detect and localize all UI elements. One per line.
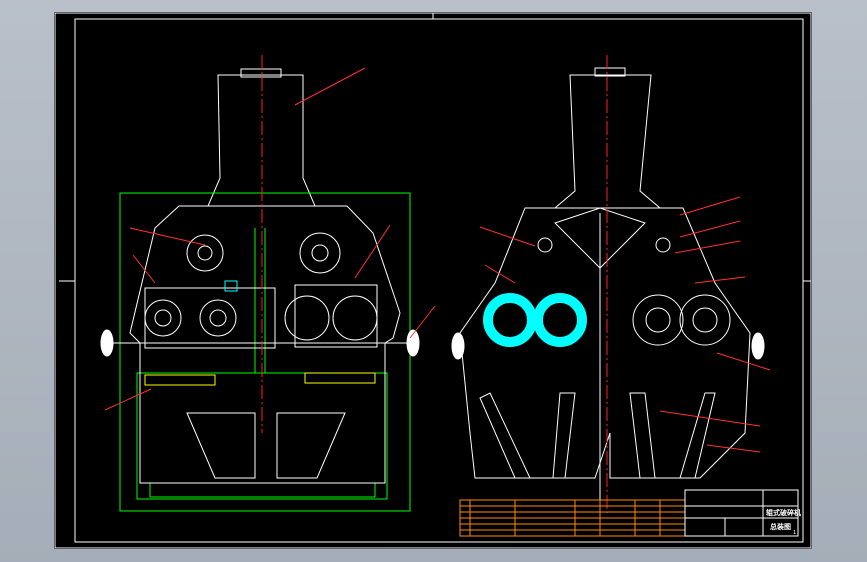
small-wheel-1 (537, 237, 553, 253)
discharge-chute-left (186, 412, 256, 479)
roll-right-section (332, 295, 378, 341)
gear-lower-left (144, 299, 182, 337)
inner-border (74, 18, 804, 543)
discharge-chute-right (276, 412, 346, 479)
cyan-marker (224, 280, 238, 292)
lower-chute-4 (679, 392, 716, 479)
gear-lower-left-hub (154, 309, 172, 327)
title-block (459, 489, 799, 537)
bolt-group-yellow (304, 372, 376, 384)
lower-chute-2 (552, 392, 576, 479)
leader-3 (132, 254, 156, 284)
title-block-sheet: 1 (793, 530, 796, 536)
leader-2 (129, 227, 206, 246)
roll-right-2 (679, 294, 731, 346)
roll-cyan-left (483, 293, 537, 347)
leader-15 (484, 264, 516, 284)
title-block-machine-name: 辊式破碎机 (766, 508, 801, 517)
gear-lower-mid (199, 299, 237, 337)
roll-right-1 (632, 294, 684, 346)
leader-9 (674, 240, 741, 254)
hopper-cap (240, 68, 282, 78)
gear-upper-right-hub (311, 244, 329, 262)
roll-left-section (284, 295, 330, 341)
roll-cyan-right (533, 293, 587, 347)
leader-8 (679, 220, 741, 238)
gear-upper-right (299, 232, 341, 274)
roll-right-2-hub (692, 307, 718, 333)
leader-13 (706, 444, 761, 453)
small-wheel-2 (655, 237, 671, 253)
lower-chute-3 (629, 392, 656, 479)
gear-lower-mid-hub (209, 309, 227, 327)
roll-right-1-hub (645, 307, 671, 333)
handwheel-left (100, 329, 114, 357)
lower-chute-1 (479, 392, 531, 479)
leader-6 (104, 388, 152, 411)
leader-5 (409, 305, 436, 339)
coupling-yellow (144, 374, 216, 386)
gear-upper-left (186, 234, 224, 272)
leader-1 (294, 67, 366, 106)
gear-upper-left-hub (197, 245, 213, 261)
front-section-view (100, 55, 436, 512)
leader-10 (694, 276, 746, 284)
handwheel-side-right (751, 332, 765, 360)
cad-viewport[interactable]: 辊式破碎机 总装图 1 (0, 0, 867, 562)
side-section-view (451, 55, 771, 513)
title-block-drawing-name: 总装图 (770, 522, 791, 531)
base-plate (149, 482, 376, 498)
drawing-canvas: 辊式破碎机 总装图 1 (55, 13, 811, 548)
leader-7 (679, 196, 741, 216)
drawing-sheet: 辊式破碎机 总装图 1 (55, 13, 811, 548)
leader-14 (479, 226, 536, 247)
handwheel-side-left (451, 332, 465, 360)
